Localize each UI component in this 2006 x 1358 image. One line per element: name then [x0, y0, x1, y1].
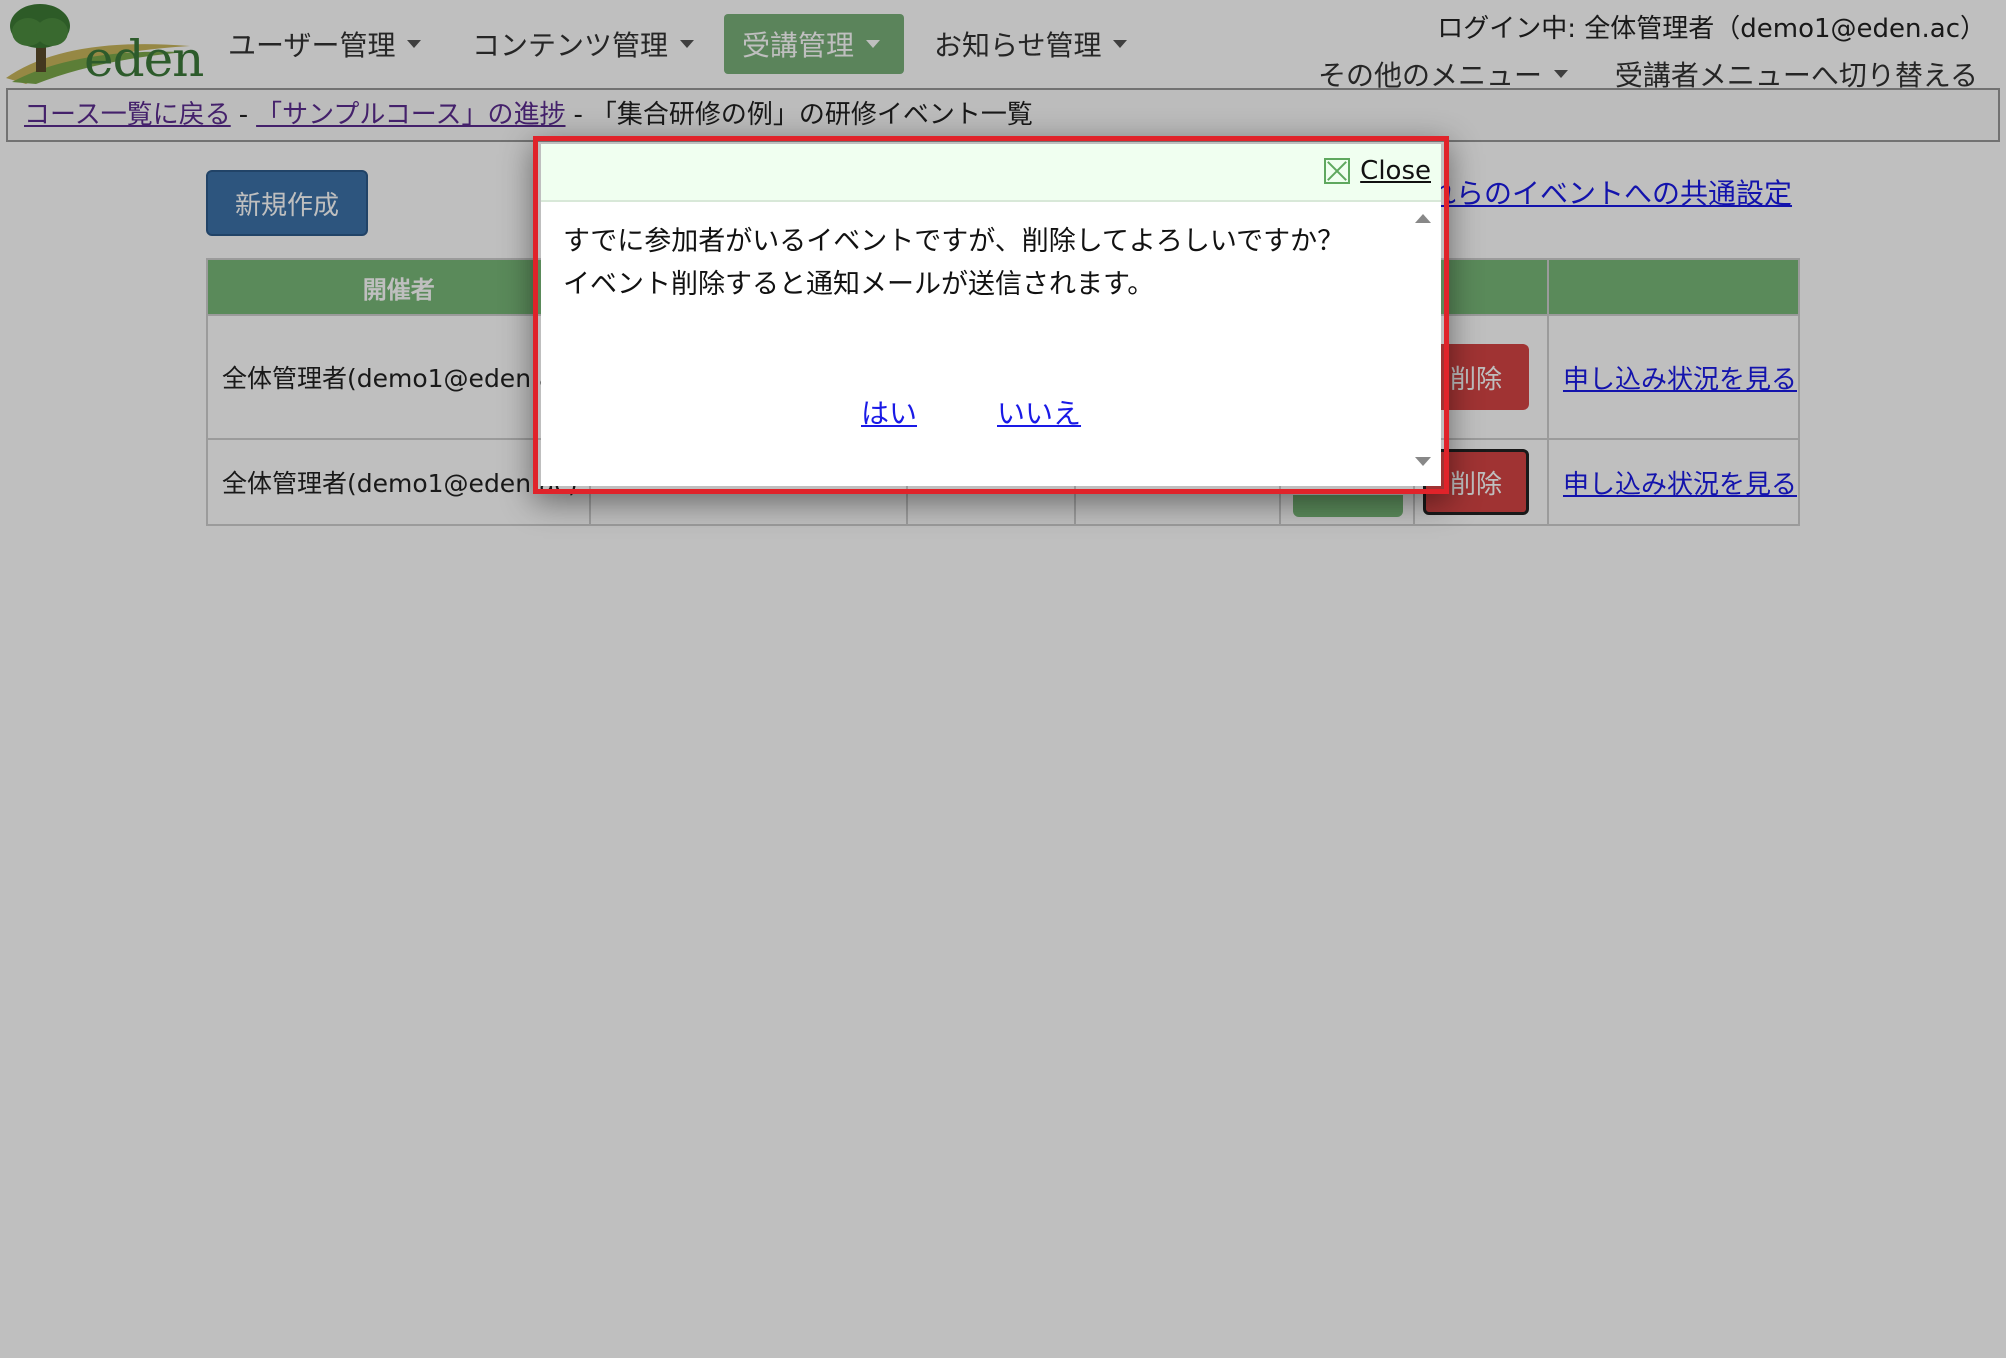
- dialog-choices: はい いいえ: [541, 392, 1401, 432]
- scroll-up-icon[interactable]: [1415, 214, 1431, 223]
- dialog-body: すでに参加者がいるイベントですが、削除してよろしいですか？ イベント削除すると通…: [541, 202, 1441, 486]
- confirm-delete-dialog: Close すでに参加者がいるイベントですが、削除してよろしいですか？ イベント…: [541, 144, 1441, 486]
- close-icon: [1324, 158, 1351, 184]
- page: eden ユーザー管理 コンテンツ管理 受講管理 お知らせ管理 ログイン中: 全…: [0, 0, 2006, 1358]
- dialog-header: Close: [541, 144, 1441, 202]
- dialog-message-line2: イベント削除すると通知メールが送信されます。: [563, 269, 1155, 300]
- close-button[interactable]: Close: [1324, 156, 1431, 186]
- dialog-message-line1: すでに参加者がいるイベントですが、削除してよろしいですか？: [563, 226, 1345, 257]
- scroll-down-icon[interactable]: [1415, 457, 1431, 466]
- close-label: Close: [1360, 156, 1431, 186]
- yes-link[interactable]: はい: [861, 392, 917, 432]
- no-link[interactable]: いいえ: [997, 392, 1081, 432]
